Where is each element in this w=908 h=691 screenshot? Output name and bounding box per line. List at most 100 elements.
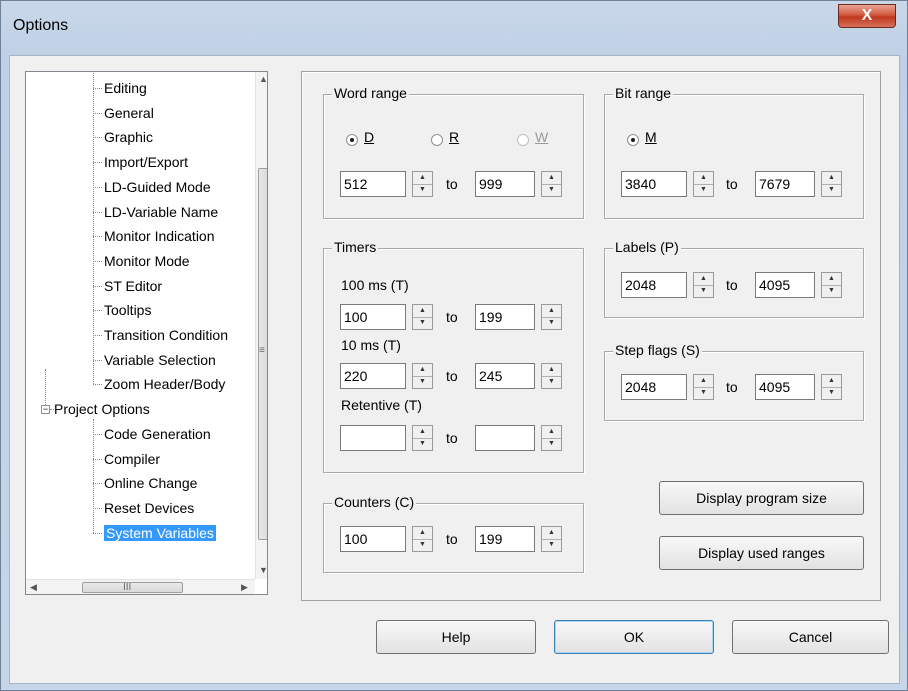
spin-down-icon[interactable]: ▼: [542, 317, 561, 329]
bit-range-to-input[interactable]: 7679: [755, 171, 815, 197]
tree-item[interactable]: Transition Condition: [104, 325, 228, 345]
options-tree[interactable]: Editing General Graphic Import/Export LD-Gui…: [25, 71, 268, 595]
bit-range-to-spinner[interactable]: ▲ ▼: [821, 171, 842, 197]
step-flags-from-input[interactable]: 2048: [621, 374, 687, 400]
spin-down-icon[interactable]: ▼: [413, 317, 432, 329]
radio-w-label: W: [535, 129, 549, 145]
cancel-button[interactable]: Cancel: [732, 620, 889, 654]
title-bar[interactable]: Options X: [1, 1, 908, 55]
spin-down-icon[interactable]: ▼: [822, 387, 841, 399]
ok-button[interactable]: OK: [554, 620, 714, 654]
scroll-up-icon[interactable]: ▲: [259, 74, 267, 84]
tree-vertical-scrollbar[interactable]: ▲ ≡ ▼: [255, 72, 267, 579]
timer-retentive-from-input[interactable]: [340, 425, 406, 451]
spin-down-icon[interactable]: ▼: [822, 285, 841, 297]
spin-down-icon[interactable]: ▼: [694, 184, 713, 196]
timer-100ms-to-spinner[interactable]: ▲ ▼: [541, 304, 562, 330]
radio-r-label[interactable]: R: [449, 129, 459, 145]
labels-to-spinner[interactable]: ▲ ▼: [821, 272, 842, 298]
timer-10ms-from-spinner[interactable]: ▲ ▼: [412, 363, 433, 389]
step-flags-from-spinner[interactable]: ▲ ▼: [693, 374, 714, 400]
timer-100ms-from-spinner[interactable]: ▲ ▼: [412, 304, 433, 330]
timer-10ms-to-input[interactable]: 245: [475, 363, 535, 389]
display-program-size-button[interactable]: Display program size: [659, 481, 864, 515]
tree-item-label: Tooltips: [104, 302, 152, 319]
spin-down-icon[interactable]: ▼: [694, 387, 713, 399]
spin-down-icon[interactable]: ▼: [542, 376, 561, 388]
step-flags-to-spinner[interactable]: ▲ ▼: [821, 374, 842, 400]
timer-retentive-to-input[interactable]: [475, 425, 535, 451]
radio-r[interactable]: [431, 134, 443, 146]
labels-to-input[interactable]: 4095: [755, 272, 815, 298]
tree-item[interactable]: System Variables: [104, 523, 216, 543]
step-flags-to-input[interactable]: 4095: [755, 374, 815, 400]
vertical-scroll-thumb[interactable]: ≡: [258, 168, 267, 540]
tree-connector: [93, 211, 102, 213]
tree-connector: [93, 433, 102, 435]
tree-horizontal-scrollbar[interactable]: ◀ III ▶: [26, 579, 255, 594]
spin-down-icon[interactable]: ▼: [822, 184, 841, 196]
tree-item[interactable]: Reset Devices: [104, 498, 194, 518]
word-range-from-spinner[interactable]: ▲ ▼: [412, 171, 433, 197]
spin-down-icon[interactable]: ▼: [542, 438, 561, 450]
timer-10ms-from-input[interactable]: 220: [340, 363, 406, 389]
tree-connector: [93, 419, 94, 533]
horizontal-scroll-thumb[interactable]: III: [82, 582, 183, 593]
tree-item[interactable]: Graphic: [104, 127, 153, 147]
tree-item[interactable]: Monitor Mode: [104, 251, 190, 271]
bit-range-from-input[interactable]: 3840: [621, 171, 687, 197]
spin-down-icon[interactable]: ▼: [413, 184, 432, 196]
scroll-right-icon[interactable]: ▶: [241, 582, 248, 593]
word-range-to-spinner[interactable]: ▲ ▼: [541, 171, 562, 197]
word-range-to-input[interactable]: 999: [475, 171, 535, 197]
tree-item[interactable]: LD-Guided Mode: [104, 177, 211, 197]
labels-from-spinner[interactable]: ▲ ▼: [693, 272, 714, 298]
tree-item[interactable]: LD-Variable Name: [104, 202, 218, 222]
radio-m[interactable]: [627, 134, 639, 146]
spin-down-icon[interactable]: ▼: [413, 376, 432, 388]
radio-d[interactable]: [346, 134, 358, 146]
spin-down-icon[interactable]: ▼: [542, 539, 561, 551]
tree-item[interactable]: Project Options: [54, 399, 150, 419]
counters-to-spinner[interactable]: ▲ ▼: [541, 526, 562, 552]
radio-d-label[interactable]: D: [364, 129, 374, 145]
tree-item[interactable]: Monitor Indication: [104, 226, 215, 246]
tree-item[interactable]: Tooltips: [104, 300, 151, 320]
spin-down-icon[interactable]: ▼: [694, 285, 713, 297]
tree-item-label: Zoom Header/Body: [104, 376, 226, 393]
help-button[interactable]: Help: [376, 620, 536, 654]
timer-retentive-to-spinner[interactable]: ▲ ▼: [541, 425, 562, 451]
spin-down-icon[interactable]: ▼: [413, 438, 432, 450]
tree-item-label: Import/Export: [104, 154, 189, 171]
scroll-left-icon[interactable]: ◀: [30, 582, 37, 593]
timer-retentive-from-spinner[interactable]: ▲ ▼: [412, 425, 433, 451]
tree-item[interactable]: General: [104, 103, 154, 123]
collapse-icon[interactable]: −: [41, 405, 50, 415]
tree-item[interactable]: Variable Selection: [104, 350, 216, 370]
tree-item[interactable]: Zoom Header/Body: [104, 374, 225, 394]
tree-item[interactable]: Editing: [104, 78, 147, 98]
word-range-from-input[interactable]: 512: [340, 171, 406, 197]
spin-down-icon[interactable]: ▼: [542, 184, 561, 196]
tree-item-label: Editing: [104, 80, 147, 96]
timer-10ms-to-spinner[interactable]: ▲ ▼: [541, 363, 562, 389]
bit-range-from-spinner[interactable]: ▲ ▼: [693, 171, 714, 197]
counters-from-spinner[interactable]: ▲ ▼: [412, 526, 433, 552]
scroll-down-icon[interactable]: ▼: [259, 565, 267, 575]
tree-item[interactable]: Online Change: [104, 473, 197, 493]
tree-item[interactable]: Compiler: [104, 449, 160, 469]
labels-from-input[interactable]: 2048: [621, 272, 687, 298]
radio-m-label[interactable]: M: [645, 129, 657, 145]
tree-item[interactable]: Code Generation: [104, 424, 211, 444]
tree-item[interactable]: Import/Export: [104, 152, 188, 172]
display-used-ranges-button[interactable]: Display used ranges: [659, 536, 864, 570]
counters-from-input[interactable]: 100: [340, 526, 406, 552]
spin-down-icon[interactable]: ▼: [413, 539, 432, 551]
tree-item-label: Compiler: [104, 450, 161, 467]
timer-100ms-from-input[interactable]: 100: [340, 304, 406, 330]
close-button[interactable]: X: [838, 4, 896, 28]
timer-100ms-to-input[interactable]: 199: [475, 304, 535, 330]
counters-to-input[interactable]: 199: [475, 526, 535, 552]
tree-connector: [93, 285, 102, 287]
tree-item[interactable]: ST Editor: [104, 276, 162, 296]
